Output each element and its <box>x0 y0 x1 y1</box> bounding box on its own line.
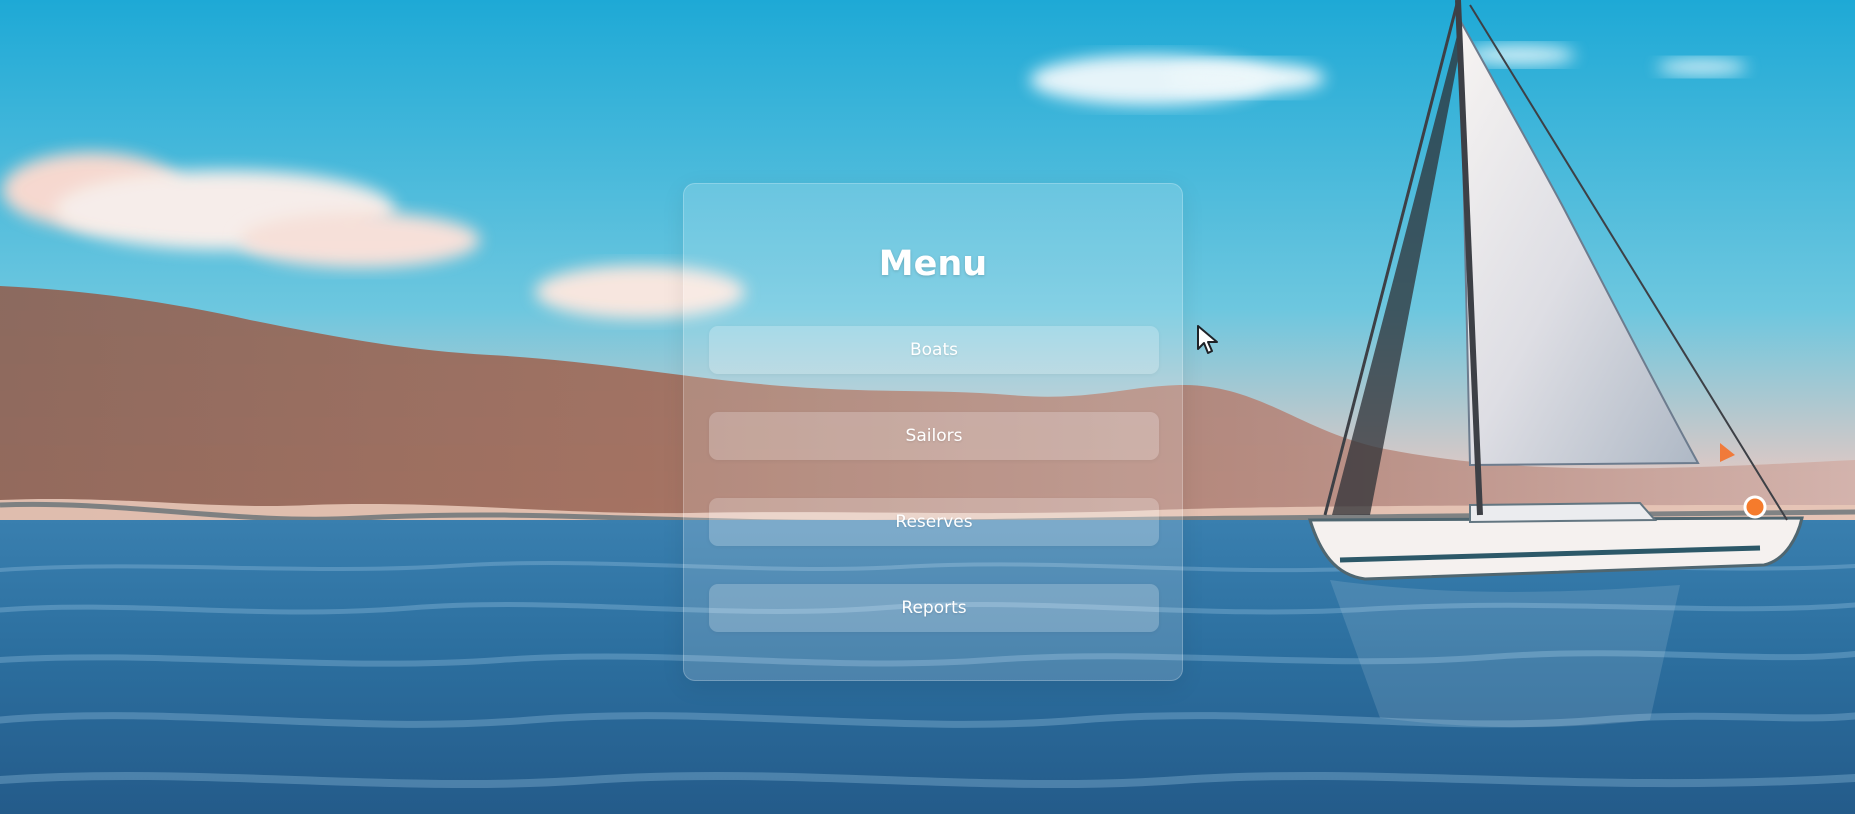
menu-list: Boats Sailors Reserves Reports <box>709 326 1159 670</box>
menu-item-sailors: Sailors <box>709 412 1159 460</box>
app-screen: Menu Boats Sailors Reserves Reports <box>0 0 1855 814</box>
boat-reflection <box>1330 580 1680 728</box>
boat-cabin <box>1469 501 1658 524</box>
life-ring <box>1743 495 1767 519</box>
sailors-button[interactable]: Sailors <box>709 412 1159 460</box>
menu-item-reserves: Reserves <box>709 498 1159 546</box>
mouse-pointer-icon <box>1197 325 1218 354</box>
reports-button[interactable]: Reports <box>709 584 1159 632</box>
menu-title: Menu <box>878 244 988 285</box>
boats-button[interactable]: Boats <box>709 326 1159 374</box>
menu-panel: Menu Boats Sailors Reserves Reports <box>683 183 1183 681</box>
menu-item-boats: Boats <box>709 326 1159 374</box>
menu-item-reports: Reports <box>709 584 1159 632</box>
reserves-button[interactable]: Reserves <box>709 498 1159 546</box>
